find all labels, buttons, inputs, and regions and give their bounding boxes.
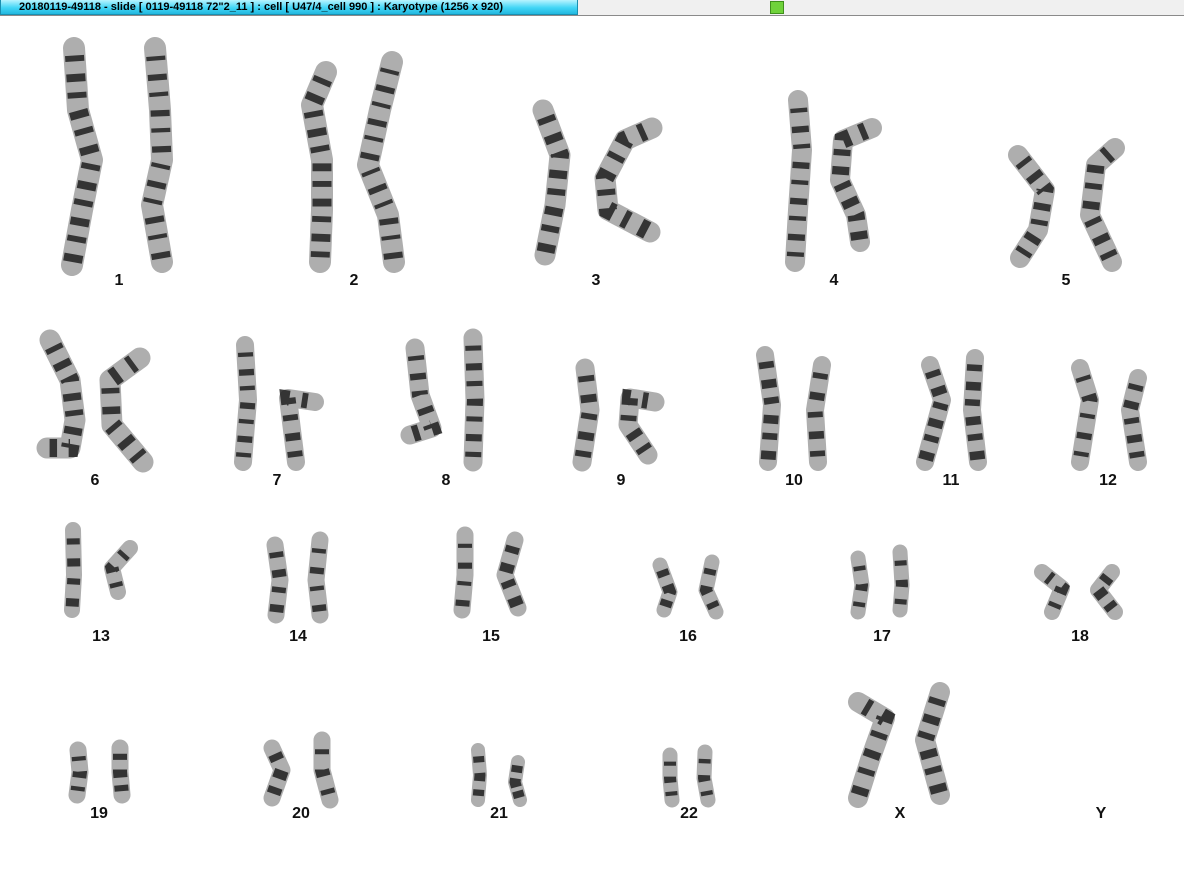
chromosome-2-b (357, 51, 405, 273)
chromosome-22-a-bands (664, 755, 678, 801)
chromosome-21-b-bands (509, 761, 526, 802)
chromosome-22-b (696, 744, 716, 808)
chromosome-13-a (64, 522, 82, 618)
chromosome-label-9: 9 (616, 472, 626, 489)
chromosome-3-a (532, 99, 571, 266)
chromosome-5-a (1008, 145, 1055, 268)
chromosome-6-a (36, 329, 86, 459)
chromosome-16-b (698, 554, 724, 620)
chromosome-label-17: 17 (873, 628, 891, 645)
chromosome-label-7: 7 (272, 472, 282, 489)
chromosome-19-a (68, 741, 89, 804)
window-title: 20180119-49118 - slide [ 0119-49118 72"2… (19, 1, 504, 13)
chromosome-label-y: Y (1095, 805, 1107, 822)
chromosome-label-10: 10 (785, 472, 803, 489)
chromosome-10-a-body (756, 346, 781, 471)
chromosome-18-a (1034, 564, 1070, 620)
chromosome-label-20: 20 (292, 805, 310, 822)
chromosome-19-a-bands (70, 749, 88, 796)
chromosome-9-a (572, 358, 600, 472)
chromosome-4-a (785, 90, 812, 272)
chromosome-label-6: 6 (90, 472, 100, 489)
chromosome-x-b (915, 682, 950, 805)
chromosome-4-b (830, 118, 882, 252)
chromosome-20-b (313, 731, 339, 809)
chromosome-label-19: 19 (90, 805, 108, 822)
chromosome-label-5: 5 (1061, 272, 1071, 289)
chromosome-label-x: X (894, 805, 906, 822)
chromosome-15-a (453, 526, 474, 619)
chromosome-11-a (916, 356, 951, 471)
chromosome-22-b-bands (697, 751, 714, 802)
chromosome-7-a (234, 336, 257, 471)
chromosome-13-b (104, 540, 138, 600)
chromosome-x-a (848, 692, 896, 808)
chromosome-8-a (400, 338, 443, 445)
chromosome-5-b (1080, 138, 1125, 272)
chromosome-label-11: 11 (942, 472, 960, 489)
chromosome-11-a-body (916, 356, 951, 471)
chromosome-14-a (266, 536, 289, 624)
karyotype-canvas: 1 2 3 4 5 6 7 8 9 10 11 12 13 14 15 16 17 18 19 20 21 22 X Y (0, 17, 1184, 873)
chromosome-label-14: 14 (289, 628, 307, 645)
chromosome-22-a (662, 747, 680, 808)
chromosome-7-b (279, 389, 324, 471)
chromosome-20-a (263, 739, 291, 807)
chromosome-16-a (652, 557, 678, 618)
chromosome-x-b-body (915, 682, 950, 805)
chromosome-1-b (141, 37, 173, 273)
chromosome-17-b-bands (894, 551, 909, 611)
chromosome-17-a (850, 550, 870, 620)
window-title-tab[interactable]: 20180119-49118 - slide [ 0119-49118 72"2… (0, 0, 578, 15)
chromosome-12-b (1121, 369, 1147, 471)
chromosome-label-1: 1 (114, 272, 124, 289)
chromosome-11-b-body (963, 349, 987, 471)
chromosome-12-a (1071, 359, 1099, 471)
chromosome-3-b (594, 117, 663, 243)
chromosome-10-a (756, 346, 781, 471)
chromosome-2-a (301, 61, 337, 273)
chromosome-19-b (111, 739, 131, 804)
chromosome-9-b (618, 388, 665, 465)
status-indicator-icon (770, 1, 784, 14)
karyotype-image (36, 37, 1147, 809)
chromosome-21-a (471, 743, 487, 807)
chromosome-label-22: 22 (680, 805, 698, 822)
chromosome-label-12: 12 (1099, 472, 1117, 489)
chromosome-1-a (61, 37, 103, 276)
chromosome-label-18: 18 (1071, 628, 1089, 645)
chromosome-label-4: 4 (829, 272, 839, 289)
chromosome-11-b (963, 349, 987, 471)
chromosome-21-a-bands (472, 749, 486, 801)
chromosome-label-15: 15 (482, 628, 500, 645)
chromosome-21-b (508, 755, 527, 807)
chromosome-17-b (892, 544, 910, 618)
chromosome-20-a-bands (265, 745, 290, 801)
chromosome-label-13: 13 (92, 628, 110, 645)
chromosome-label-16: 16 (679, 628, 697, 645)
chromosome-19-b-bands (113, 748, 129, 796)
chromosome-14-b (307, 531, 329, 624)
chromosome-label-21: 21 (490, 805, 508, 822)
chromosome-18-b (1089, 564, 1123, 620)
chromosome-label-3: 3 (591, 272, 601, 289)
chromosome-label-2: 2 (349, 272, 359, 289)
chromosome-15-b (496, 531, 527, 617)
chromosome-label-8: 8 (441, 472, 451, 489)
chromosome-10-b (806, 356, 831, 471)
chromosome-6-b (99, 347, 154, 473)
title-bar: 20180119-49118 - slide [ 0119-49118 72"2… (0, 0, 1184, 16)
chromosome-8-b (463, 328, 485, 472)
